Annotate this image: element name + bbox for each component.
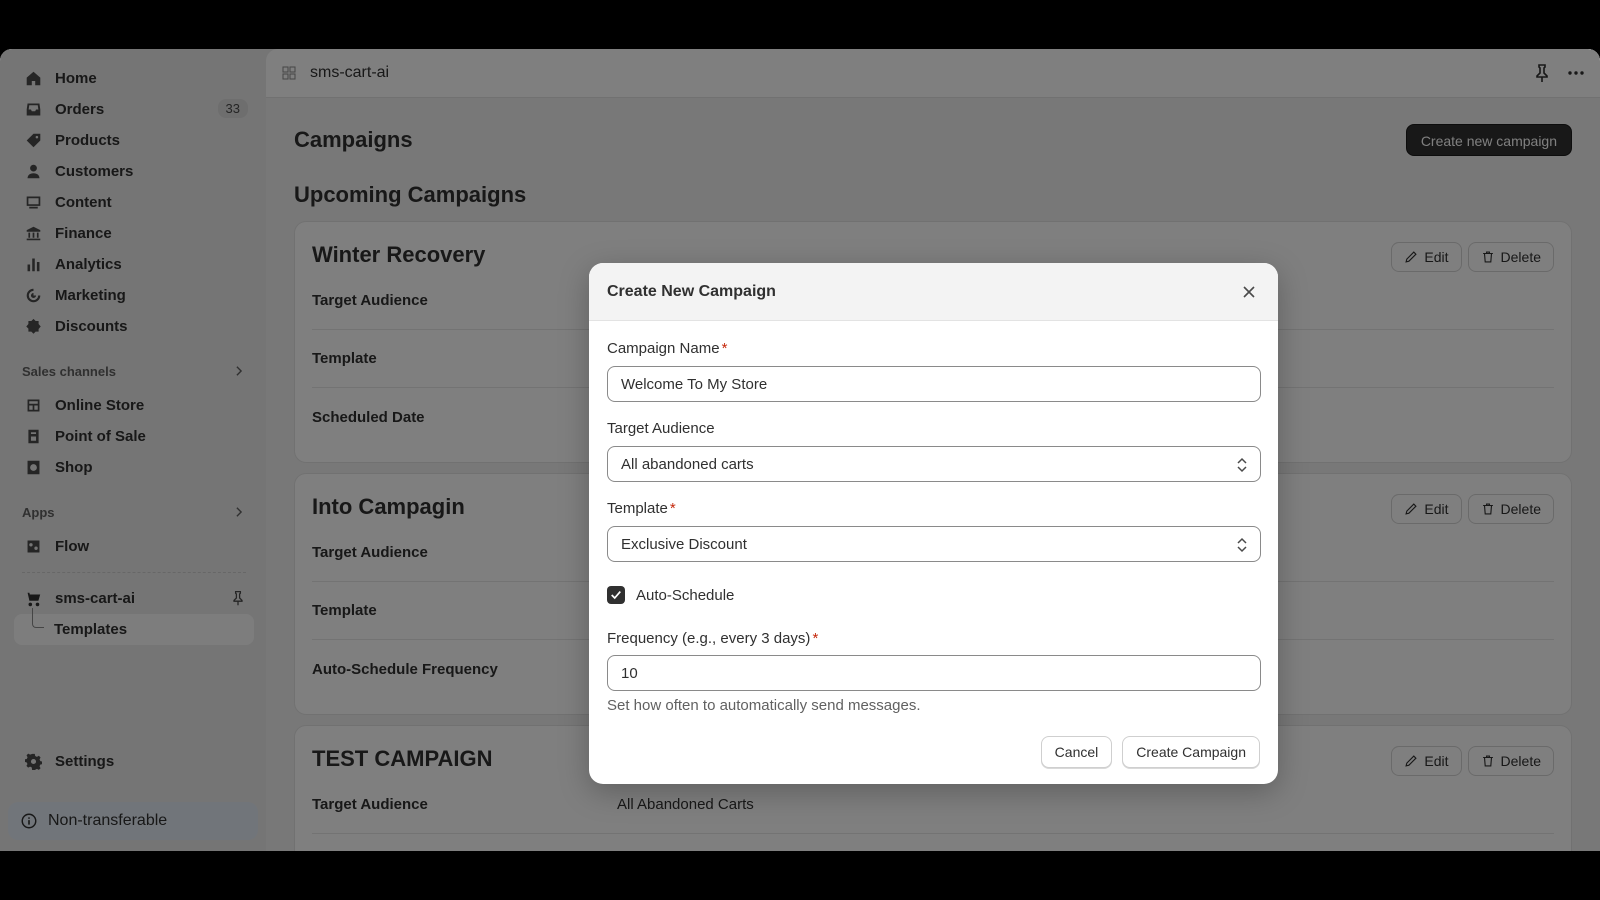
campaign-name-label: Campaign Name * (607, 340, 727, 357)
label-text: Frequency (e.g., every 3 days) (607, 630, 811, 647)
label-text: Template (607, 500, 668, 517)
frequency-label: Frequency (e.g., every 3 days) * (607, 630, 818, 647)
auto-schedule-row: Auto-Schedule (607, 586, 734, 604)
label-text: Campaign Name (607, 340, 720, 357)
checkmark-icon (611, 591, 621, 600)
target-audience-select[interactable]: All abandoned carts (607, 446, 1261, 482)
template-label: Template * (607, 500, 676, 517)
target-audience-label: Target Audience (607, 420, 715, 437)
modal-header: Create New Campaign (589, 263, 1278, 321)
template-select[interactable]: Exclusive Discount (607, 526, 1261, 562)
create-campaign-modal: Create New Campaign Campaign Name * Welco… (589, 263, 1278, 784)
frequency-input[interactable]: 10 (607, 655, 1261, 691)
select-value: All abandoned carts (621, 455, 754, 473)
frequency-help-text: Set how often to automatically send mess… (607, 697, 921, 714)
app-window: Home Orders 33 Products Customers Conten… (0, 49, 1600, 851)
modal-title: Create New Campaign (607, 282, 776, 300)
select-arrows-icon (1237, 457, 1247, 473)
required-marker: * (721, 340, 728, 357)
auto-schedule-checkbox[interactable] (607, 586, 625, 604)
cancel-button[interactable]: Cancel (1040, 736, 1113, 768)
create-campaign-button[interactable]: Create Campaign (1122, 736, 1260, 768)
select-arrows-icon (1237, 537, 1247, 553)
close-icon[interactable] (1242, 285, 1256, 299)
required-marker: * (812, 630, 819, 647)
campaign-name-input[interactable]: Welcome To My Store (607, 366, 1261, 402)
select-value: Exclusive Discount (621, 535, 747, 553)
auto-schedule-label: Auto-Schedule (636, 586, 735, 604)
required-marker: * (669, 500, 676, 517)
